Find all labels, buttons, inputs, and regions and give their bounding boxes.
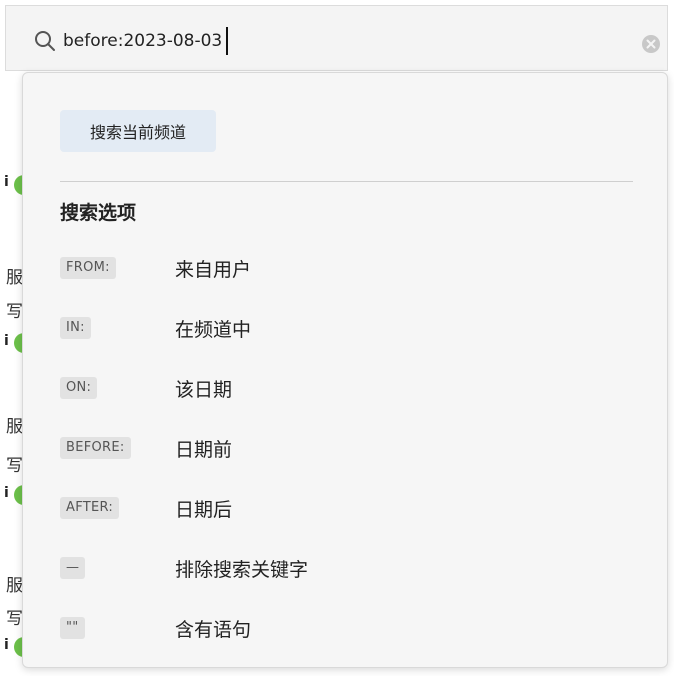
app-frame: i 服 写 i 服 写 i 服 写 i 搜索当前频道 搜索选项 bbox=[0, 0, 674, 676]
option-label: 含有语句 bbox=[175, 619, 252, 641]
search-options-dropdown: 搜索当前频道 搜索选项 FROM: 来自用户 IN: 在频道中 ON: 该日期 … bbox=[22, 72, 668, 668]
option-tag: AFTER: bbox=[60, 497, 120, 519]
option-label: 在频道中 bbox=[175, 319, 252, 341]
option-exclude[interactable]: — 排除搜索关键字 bbox=[60, 548, 633, 588]
search-bar bbox=[5, 5, 668, 71]
divider bbox=[60, 181, 633, 182]
option-tag: ON: bbox=[60, 377, 98, 399]
option-tag: "" bbox=[60, 617, 85, 639]
option-from[interactable]: FROM: 来自用户 bbox=[60, 248, 633, 288]
message-text-fragment: 服 bbox=[6, 576, 23, 596]
message-icon: i bbox=[4, 485, 9, 501]
background-message-list: i 服 写 i 服 写 i 服 写 i bbox=[0, 71, 24, 676]
option-after[interactable]: AFTER: 日期后 bbox=[60, 488, 633, 528]
message-text-fragment: 写 bbox=[6, 302, 23, 322]
search-current-channel-button[interactable]: 搜索当前频道 bbox=[60, 110, 216, 152]
option-on[interactable]: ON: 该日期 bbox=[60, 368, 633, 408]
option-label: 来自用户 bbox=[175, 259, 252, 281]
option-label: 该日期 bbox=[175, 379, 233, 401]
message-icon: i bbox=[4, 637, 9, 653]
option-tag: IN: bbox=[60, 317, 91, 339]
clear-icon[interactable] bbox=[641, 34, 661, 54]
option-in[interactable]: IN: 在频道中 bbox=[60, 308, 633, 348]
message-text-fragment: 写 bbox=[6, 609, 23, 629]
message-text-fragment: 服 bbox=[6, 417, 23, 437]
message-icon: i bbox=[4, 174, 9, 190]
option-before[interactable]: BEFORE: 日期前 bbox=[60, 428, 633, 468]
option-tag: — bbox=[60, 557, 86, 579]
option-label: 排除搜索关键字 bbox=[175, 559, 309, 581]
search-options-title: 搜索选项 bbox=[60, 202, 137, 224]
message-icon: i bbox=[4, 333, 9, 349]
option-tag: BEFORE: bbox=[60, 437, 131, 459]
message-text-fragment: 服 bbox=[6, 268, 23, 288]
option-label: 日期后 bbox=[175, 499, 233, 521]
message-text-fragment: 写 bbox=[6, 456, 23, 476]
option-label: 日期前 bbox=[175, 439, 233, 461]
text-caret bbox=[226, 27, 228, 55]
search-input[interactable] bbox=[63, 24, 623, 58]
option-phrase[interactable]: "" 含有语句 bbox=[60, 608, 633, 648]
option-tag: FROM: bbox=[60, 257, 116, 279]
search-icon bbox=[35, 31, 55, 51]
